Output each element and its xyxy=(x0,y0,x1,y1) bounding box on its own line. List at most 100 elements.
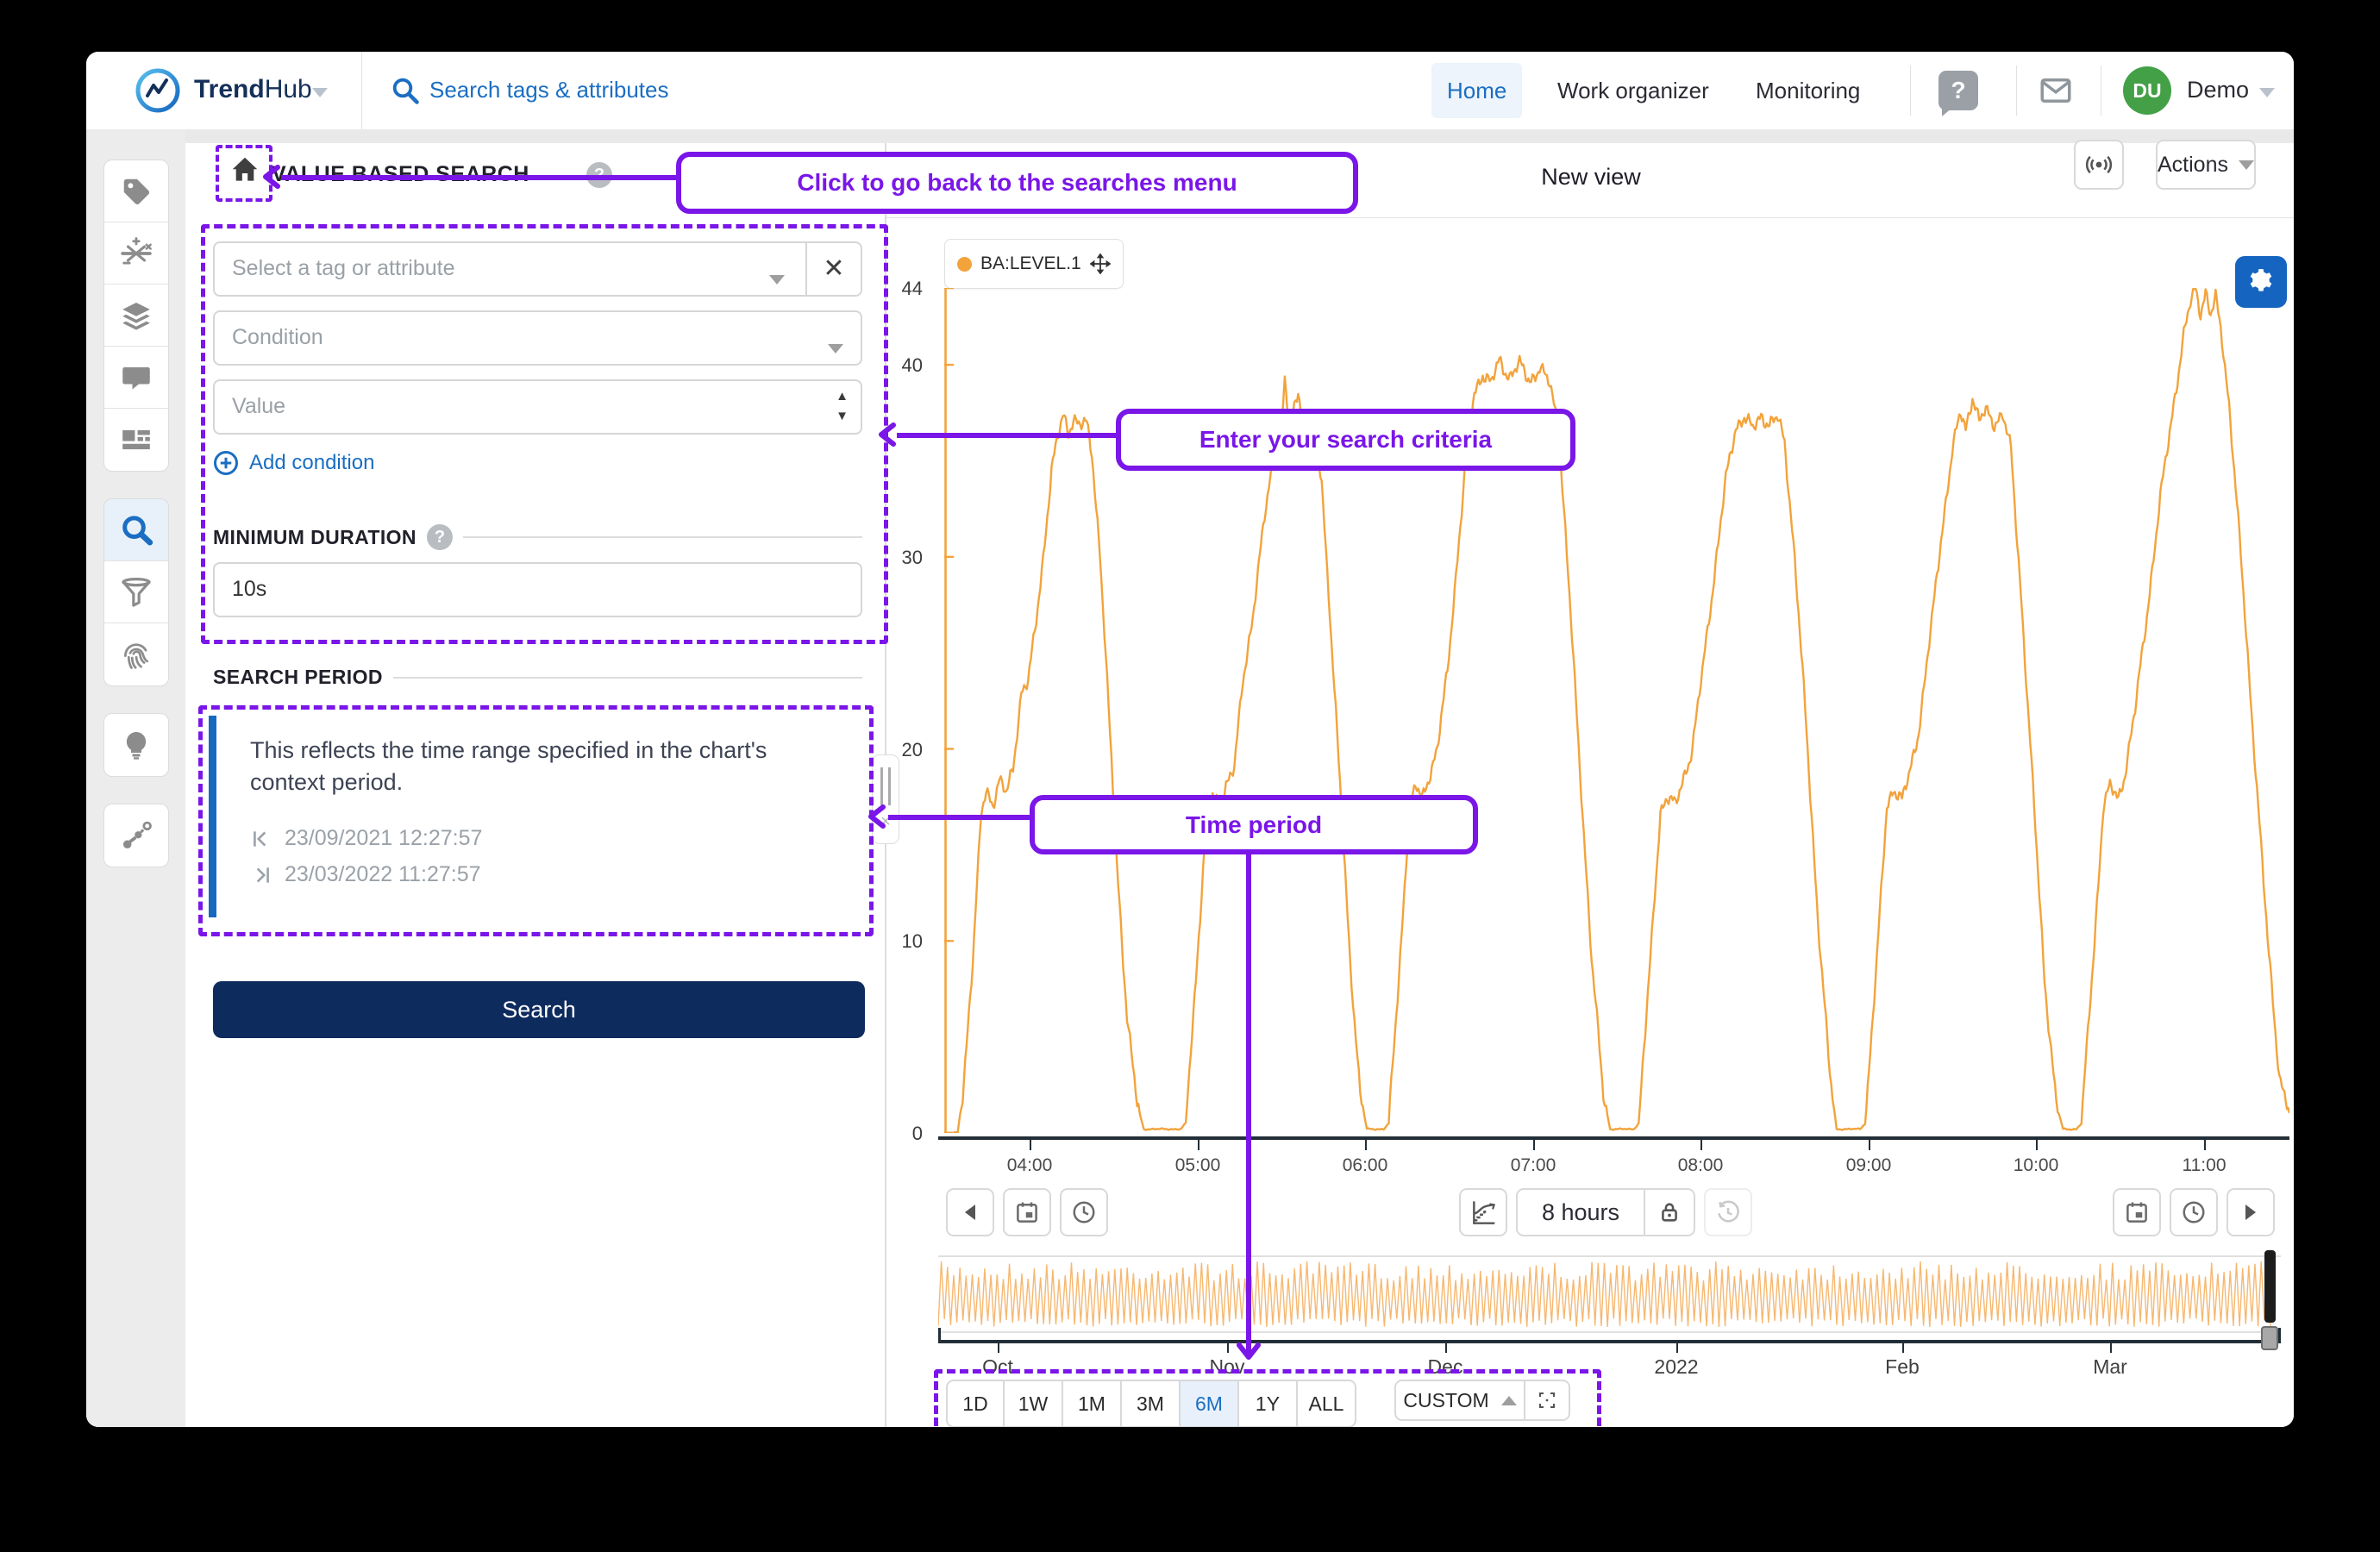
screenshot-stage: { "colors": { "accent_purple": "#7a16e8"… xyxy=(0,0,2380,1552)
splitter-grip-icon xyxy=(880,767,891,805)
search-button[interactable]: Search xyxy=(213,981,865,1038)
x-tick xyxy=(1869,1140,1870,1150)
navbar-divider xyxy=(2016,66,2017,116)
clock-icon xyxy=(2181,1199,2207,1225)
tags-search-input[interactable]: Search tags & attributes xyxy=(429,77,668,103)
axis-end-tick xyxy=(938,1328,941,1340)
user-menu-caret-icon[interactable] xyxy=(2259,86,2275,102)
help-icon[interactable]: ? xyxy=(1938,71,1978,110)
move-icon[interactable] xyxy=(1090,253,1111,274)
annotation-box-timerange xyxy=(934,1369,1601,1427)
brand-bold: Trend xyxy=(194,75,265,103)
panel-splitter-handle[interactable]: × xyxy=(872,754,899,844)
x-tick-label: 07:00 xyxy=(1494,1155,1572,1176)
sidebar-item-formulas[interactable] xyxy=(104,222,168,285)
nav-tab-monitoring[interactable]: Monitoring xyxy=(1740,63,1876,118)
x-tick xyxy=(1700,1140,1702,1150)
x-tick xyxy=(1198,1140,1199,1150)
time-start-button[interactable] xyxy=(1060,1188,1108,1236)
history-back-button[interactable] xyxy=(1704,1188,1752,1236)
x-tick-label: 04:00 xyxy=(991,1155,1068,1176)
callout-searches-menu: Click to go back to the searches menu xyxy=(676,152,1358,214)
series-name: BA:LEVEL.1 xyxy=(980,253,1081,274)
pan-left-button[interactable] xyxy=(946,1188,994,1236)
arrowhead-left-icon xyxy=(259,164,285,190)
toolbar-left-group xyxy=(946,1188,1108,1236)
brand-light: Hub xyxy=(265,75,312,103)
nav-tab-work-organizer[interactable]: Work organizer xyxy=(1542,63,1725,118)
toolbar-center-group: 8 hours xyxy=(1459,1188,1752,1236)
calendar-end-button[interactable] xyxy=(2113,1188,2161,1236)
window-duration-label[interactable]: 8 hours xyxy=(1516,1188,1645,1236)
month-tick xyxy=(1227,1343,1229,1353)
window-duration-group: 8 hours xyxy=(1516,1188,1695,1236)
arrowhead-left-icon xyxy=(864,804,890,829)
sidebar-item-machine-learning[interactable] xyxy=(104,804,168,867)
trendhub-logo-icon[interactable] xyxy=(134,66,182,115)
sidebar-item-fingerprint[interactable] xyxy=(104,623,168,685)
x-tick xyxy=(2036,1140,2038,1150)
sidebar-item-layers[interactable] xyxy=(104,285,168,347)
legend-chip[interactable]: BA:LEVEL.1 xyxy=(944,239,1124,289)
sidebar-item-comments[interactable] xyxy=(104,347,168,409)
actions-caret-icon xyxy=(2239,160,2254,170)
x-tick xyxy=(1030,1140,1031,1150)
y-tick-label: 0 xyxy=(871,1123,923,1145)
view-title: New view xyxy=(1505,164,1677,191)
x-tick-label: 11:00 xyxy=(2165,1155,2243,1176)
callout-time-period: Time period xyxy=(1030,795,1478,854)
sidebar-item-search[interactable] xyxy=(104,499,168,561)
x-tick-label: 05:00 xyxy=(1159,1155,1237,1176)
brand-name[interactable]: TrendHub xyxy=(194,75,312,104)
sidebar-item-filter[interactable] xyxy=(104,561,168,623)
header-divider xyxy=(886,217,2294,218)
month-tick xyxy=(2110,1343,2112,1353)
arrowhead-left-icon xyxy=(874,422,900,447)
live-icon xyxy=(2084,150,2114,179)
sidebar-item-layout[interactable] xyxy=(104,409,168,471)
history-icon xyxy=(1715,1199,1741,1225)
search-icon[interactable] xyxy=(390,75,421,106)
top-navbar: TrendHub Search tags & attributes Home W… xyxy=(86,52,2294,129)
clock-icon xyxy=(1071,1199,1097,1225)
callout-arrow-line xyxy=(888,815,1030,820)
trend-steps-icon xyxy=(1469,1198,1497,1226)
actions-label: Actions xyxy=(2158,153,2228,178)
series-color-dot xyxy=(957,257,972,272)
mail-icon[interactable] xyxy=(2037,72,2075,109)
avatar[interactable]: DU xyxy=(2123,66,2171,115)
sidebar-item-recommendations[interactable] xyxy=(104,714,168,776)
x-tick-label: 09:00 xyxy=(1830,1155,1907,1176)
context-range-knob[interactable] xyxy=(2261,1326,2278,1350)
calendar-icon xyxy=(1014,1199,1040,1225)
sidebar-group-recommendation xyxy=(103,713,169,777)
navbar-divider xyxy=(361,52,362,129)
annotation-box-period xyxy=(198,705,874,936)
sidebar-item-tags[interactable] xyxy=(104,160,168,222)
month-label: Mar xyxy=(2063,1355,2158,1379)
pan-right-button[interactable] xyxy=(2227,1188,2275,1236)
time-end-button[interactable] xyxy=(2170,1188,2218,1236)
context-axis xyxy=(938,1340,2281,1343)
callout-search-criteria: Enter your search criteria xyxy=(1116,409,1575,471)
context-range-handle[interactable] xyxy=(2264,1250,2276,1323)
calendar-start-button[interactable] xyxy=(1003,1188,1051,1236)
x-tick-label: 08:00 xyxy=(1662,1155,1739,1176)
live-mode-button[interactable] xyxy=(2074,140,2124,190)
user-menu-label[interactable]: Demo xyxy=(2187,77,2249,103)
search-period-section: SEARCH PERIOD xyxy=(213,666,862,689)
x-tick-label: 10:00 xyxy=(1997,1155,2075,1176)
x-tick xyxy=(1365,1140,1367,1150)
toolbar-right-group xyxy=(2113,1188,2275,1236)
brand-caret-icon[interactable] xyxy=(312,86,328,102)
search-period-label: SEARCH PERIOD xyxy=(213,666,383,689)
nav-tab-home[interactable]: Home xyxy=(1431,63,1522,118)
context-period-bar[interactable] xyxy=(938,1255,2281,1333)
sidebar-group-data xyxy=(103,160,169,472)
lock-duration-button[interactable] xyxy=(1645,1188,1695,1236)
month-tick xyxy=(998,1343,999,1353)
compare-trends-button[interactable] xyxy=(1459,1188,1507,1236)
x-tick xyxy=(1533,1140,1535,1150)
actions-button[interactable]: Actions xyxy=(2156,140,2256,190)
month-tick xyxy=(1902,1343,1904,1353)
